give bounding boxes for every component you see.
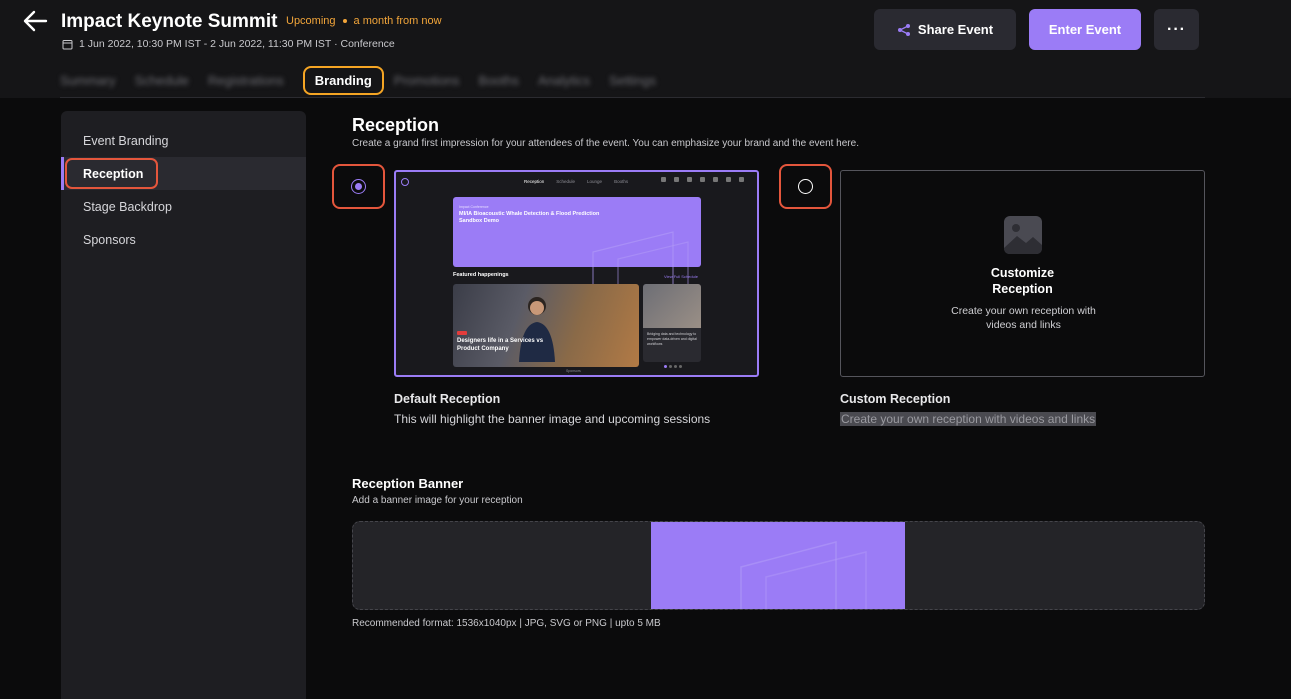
share-event-label: Share Event	[917, 22, 994, 37]
tab-registrations[interactable]: Registrations	[208, 73, 284, 88]
preview-view-all: View Full Schedule	[664, 274, 698, 279]
radio-dot	[355, 183, 362, 190]
custom-card-title: Customize Reception	[841, 265, 1204, 298]
preview-featured-label: Featured happenings	[453, 272, 509, 278]
header-divider	[60, 97, 1205, 98]
sidebar-item-sponsors[interactable]: Sponsors	[61, 223, 306, 256]
back-arrow-icon[interactable]	[22, 10, 48, 32]
active-indicator	[61, 157, 64, 190]
sidebar-item-label: Stage Backdrop	[83, 199, 172, 214]
sidebar-item-label: Sponsors	[83, 232, 136, 247]
reception-banner-title: Reception Banner	[352, 476, 464, 491]
default-reception-label: Default Reception	[394, 392, 501, 406]
sidebar-item-event-branding[interactable]: Event Branding	[61, 124, 306, 157]
default-reception-description: This will highlight the banner image and…	[394, 412, 711, 426]
tab-promotions[interactable]: Promotions	[394, 73, 460, 88]
sidebar-item-reception[interactable]: Reception	[61, 157, 306, 190]
speaker-photo	[643, 284, 701, 328]
status-label: Upcoming	[286, 15, 336, 27]
share-event-button[interactable]: Share Event	[874, 9, 1016, 50]
event-tabs: Summary Schedule Registrations Branding …	[60, 64, 675, 96]
preview-banner-eyebrow: Impact Conference	[459, 205, 489, 209]
image-icon	[1004, 216, 1042, 254]
status-dot	[342, 19, 347, 23]
preview-session-card: Designers life in a Services vs Product …	[453, 284, 639, 367]
custom-card-title-text: Customize Reception	[990, 266, 1055, 297]
preview-logo-icon	[401, 178, 409, 186]
share-icon	[897, 23, 910, 36]
tab-schedule[interactable]: Schedule	[135, 73, 189, 88]
relative-time: a month from now	[353, 15, 442, 27]
preview-nav-icons	[661, 177, 744, 182]
event-title: Impact Keynote Summit	[61, 11, 278, 32]
highlight-box	[65, 158, 158, 189]
custom-card-description: Create your own reception with videos an…	[951, 305, 1096, 331]
radio-checked	[351, 179, 366, 194]
preview-tab: Reception	[524, 179, 545, 184]
calendar-icon	[62, 39, 73, 49]
preview-session-text: Bridging data and technology to empower …	[647, 332, 697, 346]
enter-event-button[interactable]: Enter Event	[1029, 9, 1141, 50]
tab-analytics[interactable]: Analytics	[538, 73, 590, 88]
banner-format-note: Recommended format: 1536x1040px | JPG, S…	[352, 618, 661, 629]
preview-footer: Sponsors	[566, 369, 581, 373]
tab-settings[interactable]: Settings	[609, 73, 656, 88]
event-date: 1 Jun 2022, 10:30 PM IST - 2 Jun 2022, 1…	[62, 38, 395, 50]
custom-reception-card[interactable]: Customize Reception Create your own rece…	[840, 170, 1205, 377]
preview-nav: Reception Schedule Lounge Booths	[396, 172, 757, 194]
date-range: 1 Jun 2022, 10:30 PM IST - 2 Jun 2022, 1…	[79, 38, 395, 50]
banner-image	[651, 522, 905, 609]
sidebar-item-label: Event Branding	[83, 133, 169, 148]
tab-booths[interactable]: Booths	[479, 73, 519, 88]
preview-tab: Schedule	[556, 179, 576, 184]
banner-decoration	[740, 541, 867, 609]
banner-upload-area[interactable]	[352, 521, 1205, 610]
preview-tabs: Reception Schedule Lounge Booths	[524, 179, 628, 184]
live-badge	[457, 331, 467, 335]
preview-tab: Booths	[614, 179, 629, 184]
preview-carousel-dots	[664, 365, 682, 368]
custom-reception-label: Custom Reception	[840, 392, 951, 406]
tab-summary[interactable]: Summary	[60, 73, 116, 88]
preview-banner: Impact Conference MI/IA Bioacoustic Whal…	[453, 197, 701, 287]
event-status: Upcoming a month from now	[286, 15, 442, 27]
radio-unchecked	[798, 179, 813, 194]
preview-session-title: Designers life in a Services vs Product …	[457, 338, 544, 352]
more-options-button[interactable]: ···	[1154, 9, 1199, 50]
default-reception-radio[interactable]	[332, 164, 385, 209]
reception-title: Reception	[352, 115, 440, 135]
sidebar-item-stage-backdrop[interactable]: Stage Backdrop	[61, 190, 306, 223]
branding-sidebar: Event Branding Reception Stage Backdrop …	[61, 111, 306, 699]
custom-reception-radio[interactable]	[779, 164, 832, 209]
reception-subtitle: Create a grand first impression for your…	[352, 138, 859, 149]
reception-banner-subtitle: Add a banner image for your reception	[352, 495, 523, 506]
preview-banner-title: MI/IA Bioacoustic Whale Detection & Floo…	[459, 211, 600, 225]
tab-branding[interactable]: Branding	[302, 65, 384, 95]
event-header: Impact Keynote Summit Upcoming a month f…	[0, 0, 1291, 98]
custom-reception-description: Create your own reception with videos an…	[840, 412, 1097, 426]
preview-tab: Lounge	[587, 179, 603, 184]
default-reception-preview[interactable]: Reception Schedule Lounge Booths Impact …	[394, 170, 759, 377]
preview-session-card-2: Bridging data and technology to empower …	[643, 284, 701, 362]
